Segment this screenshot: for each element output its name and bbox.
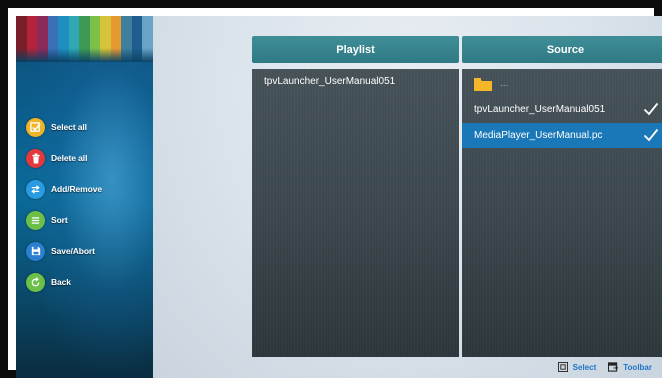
key-hints: Select Toolbar [546, 362, 652, 372]
sort-icon [26, 210, 45, 230]
menu-label: Add/Remove [51, 184, 102, 194]
hint-toolbar-label: Toolbar [623, 362, 652, 372]
ok-key-icon [557, 362, 568, 372]
stripe [37, 16, 48, 62]
stripe [110, 16, 122, 62]
menu-label: Save/Abort [51, 246, 95, 256]
source-header: Source [462, 36, 662, 63]
menu-item-sort[interactable]: Sort [26, 209, 151, 231]
menu-label: Delete all [51, 153, 88, 163]
folder-icon [474, 77, 492, 91]
trash-icon [26, 148, 45, 168]
back-icon [26, 272, 45, 292]
menu-item-add-remove[interactable]: Add/Remove [26, 178, 151, 200]
menu-label: Back [51, 277, 71, 287]
stripe [16, 16, 27, 62]
source-item-label: MediaPlayer_UserManual.pc [474, 130, 603, 141]
stripe [142, 16, 153, 62]
screen-frame: Select all Delete all Add/Remove Sort Sa… [0, 0, 662, 378]
stripe [79, 16, 90, 62]
decorative-stripes [16, 16, 153, 62]
folder-up-label: ... [500, 78, 509, 89]
stripe [131, 16, 143, 62]
menu-label: Select all [51, 122, 87, 132]
playlist-header: Playlist [252, 36, 459, 63]
hint-toolbar[interactable]: Toolbar [608, 362, 652, 372]
playlist-panel[interactable]: tpvLauncher_UserManual051 [252, 69, 459, 357]
source-item[interactable]: tpvLauncher_UserManual051 [462, 97, 662, 122]
menu-item-select-all[interactable]: Select all [26, 116, 151, 138]
stripe [100, 16, 111, 62]
menu-item-back[interactable]: Back [26, 271, 151, 293]
stripe [47, 16, 59, 62]
menu-item-delete-all[interactable]: Delete all [26, 147, 151, 169]
sidebar: Select all Delete all Add/Remove Sort Sa… [16, 16, 153, 378]
source-panel[interactable]: ... tpvLauncher_UserManual051 MediaPlaye… [462, 69, 662, 357]
checkmark-icon [643, 102, 659, 116]
menu-item-save-abort[interactable]: Save/Abort [26, 240, 151, 262]
menu-label: Sort [51, 215, 68, 225]
toolbar-key-icon [608, 362, 619, 372]
sidebar-menu: Select all Delete all Add/Remove Sort Sa… [26, 116, 151, 302]
stripe [26, 16, 38, 62]
stripe [89, 16, 101, 62]
source-item-selected[interactable]: MediaPlayer_UserManual.pc [462, 123, 662, 148]
playlist-item[interactable]: tpvLauncher_UserManual051 [252, 69, 459, 94]
hint-select-label: Select [572, 362, 597, 372]
stripe [58, 16, 69, 62]
select-all-icon [26, 117, 45, 137]
swap-icon [26, 179, 45, 199]
save-icon [26, 241, 45, 261]
hint-select[interactable]: Select [557, 362, 597, 372]
source-folder-up[interactable]: ... [462, 71, 662, 96]
playlist-header-label: Playlist [336, 43, 375, 56]
source-item-label: tpvLauncher_UserManual051 [474, 104, 606, 115]
stripe [68, 16, 80, 62]
playlist-item-label: tpvLauncher_UserManual051 [264, 76, 396, 87]
checkmark-icon [643, 128, 659, 142]
main-area: Playlist tpvLauncher_UserManual051 Sourc… [153, 16, 662, 378]
source-header-label: Source [546, 43, 585, 56]
stripe [121, 16, 132, 62]
